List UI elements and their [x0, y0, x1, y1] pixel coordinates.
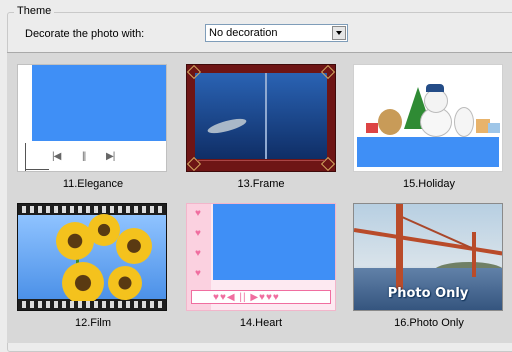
control-bar	[197, 160, 325, 169]
film-perforation	[18, 206, 166, 213]
bridge-tower	[472, 232, 476, 277]
theme-caption: 15.Holiday	[403, 178, 455, 190]
pause-icon: ||	[82, 151, 86, 162]
fish-image	[206, 115, 248, 137]
chevron-down-icon[interactable]	[332, 26, 346, 40]
sunflower-image	[88, 214, 120, 246]
theme-legend: Theme	[14, 5, 55, 17]
theme-caption: 12.Film	[74, 317, 112, 329]
photo-placeholder	[357, 137, 499, 167]
photo-placeholder	[213, 204, 335, 280]
theme-caption: 16.Photo Only	[394, 317, 464, 329]
film-perforation	[18, 301, 166, 308]
heart-icon: ♥	[195, 268, 201, 279]
frame-decoration	[25, 169, 49, 170]
photo-placeholder	[32, 65, 166, 141]
theme-card-holiday[interactable]	[353, 64, 503, 172]
snowman-hat-image	[426, 84, 444, 92]
theme-card-heart[interactable]: ♥ ♥ ♥ ♥ ♥♥◀ || ▶♥♥♥	[186, 203, 336, 311]
theme-caption: 14.Heart	[239, 317, 283, 329]
theme-caption: 13.Frame	[237, 178, 285, 190]
photo-only-overlay: Photo Only	[387, 286, 469, 301]
gift-box-image	[366, 123, 378, 133]
theme-card-film[interactable]	[17, 203, 167, 311]
snowman-head-image	[424, 89, 448, 113]
heart-icon: ♥	[195, 228, 201, 239]
sunflower-image	[116, 228, 152, 264]
theme-card-elegance[interactable]: |◀ || ▶|	[17, 64, 167, 172]
decoration-select[interactable]: No decoration	[205, 24, 348, 42]
bridge-tower	[396, 204, 403, 290]
split-line	[265, 73, 267, 159]
theme-card-frame[interactable]	[186, 64, 336, 172]
skip-back-icon: |◀	[52, 151, 61, 162]
photo-preview	[195, 73, 327, 159]
theme-caption: 11.Elegance	[62, 178, 124, 190]
heart-icon: ♥	[195, 208, 201, 219]
sunflower-image	[108, 266, 142, 300]
theme-card-photo-only[interactable]: Photo Only	[353, 203, 503, 311]
skip-forward-icon: ▶|	[106, 151, 115, 162]
decorate-label: Decorate the photo with:	[25, 28, 145, 40]
heart-controls: ♥♥◀ || ▶♥♥♥	[213, 292, 280, 303]
sunflower-image	[62, 262, 104, 304]
frame-decoration	[25, 143, 26, 171]
teddy-bear-image	[378, 109, 402, 135]
heart-icon: ♥	[195, 248, 201, 259]
gift-box-image	[488, 123, 500, 133]
snowman-image	[454, 107, 474, 137]
decoration-select-value: No decoration	[209, 27, 278, 39]
